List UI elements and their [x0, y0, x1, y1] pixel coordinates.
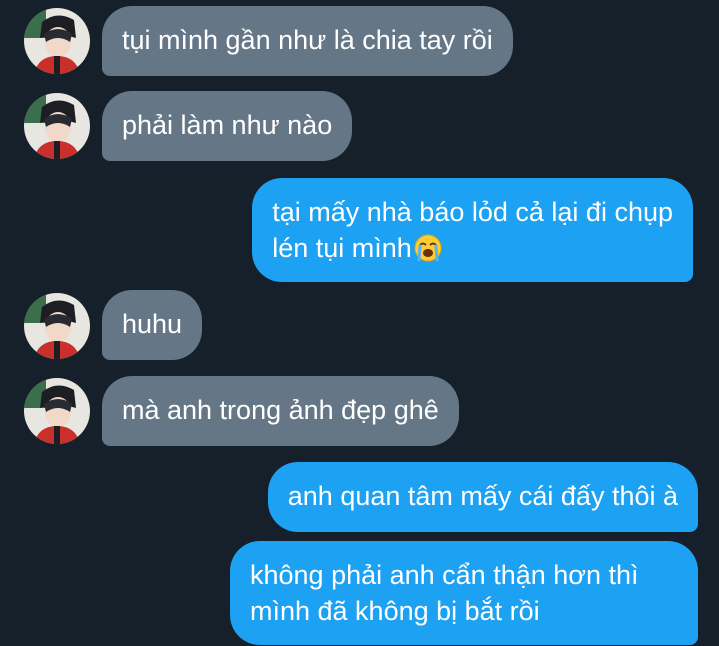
message-text: phải làm như nào	[122, 110, 333, 140]
sender-avatar[interactable]	[24, 93, 90, 159]
sender-avatar[interactable]	[24, 8, 90, 74]
outgoing-message-bubble[interactable]: không phải anh cẩn thận hơn thì mình đã …	[230, 541, 698, 645]
profile-avatar-icon	[24, 293, 90, 359]
outgoing-message-bubble[interactable]: anh quan tâm mấy cái đấy thôi à	[267, 462, 698, 532]
sender-avatar[interactable]	[24, 378, 90, 444]
message-text-line: tại mấy nhà báo lỏd cả lại đi chụp	[272, 197, 673, 227]
message-text: lén tụi mình	[272, 233, 412, 263]
message-text: mà anh trong ảnh đẹp ghê	[122, 395, 439, 425]
message-text: huhu	[122, 309, 183, 339]
message-text-line: mình đã không bị bắt rồi	[250, 596, 540, 626]
message-text-line-with-emoji: lén tụi mình	[272, 230, 673, 266]
incoming-message-bubble[interactable]: mà anh trong ảnh đẹp ghê	[102, 376, 459, 446]
message-text: anh quan tâm mấy cái đấy thôi à	[287, 481, 678, 511]
incoming-message-bubble[interactable]: phải làm như nào	[102, 91, 353, 161]
loudly-crying-face-icon	[414, 234, 442, 262]
profile-avatar-icon	[24, 93, 90, 159]
outgoing-message-bubble[interactable]: tại mấy nhà báo lỏd cả lại đi chụp lén t…	[252, 178, 693, 282]
incoming-message-bubble[interactable]: huhu	[102, 290, 203, 360]
incoming-message-bubble[interactable]: tụi mình gần như là chia tay rồi	[102, 6, 513, 76]
sender-avatar[interactable]	[24, 293, 90, 359]
message-text: tụi mình gần như là chia tay rồi	[122, 25, 493, 55]
profile-avatar-icon	[24, 8, 90, 74]
profile-avatar-icon	[24, 378, 90, 444]
message-text-line: không phải anh cẩn thận hơn thì	[250, 560, 639, 590]
